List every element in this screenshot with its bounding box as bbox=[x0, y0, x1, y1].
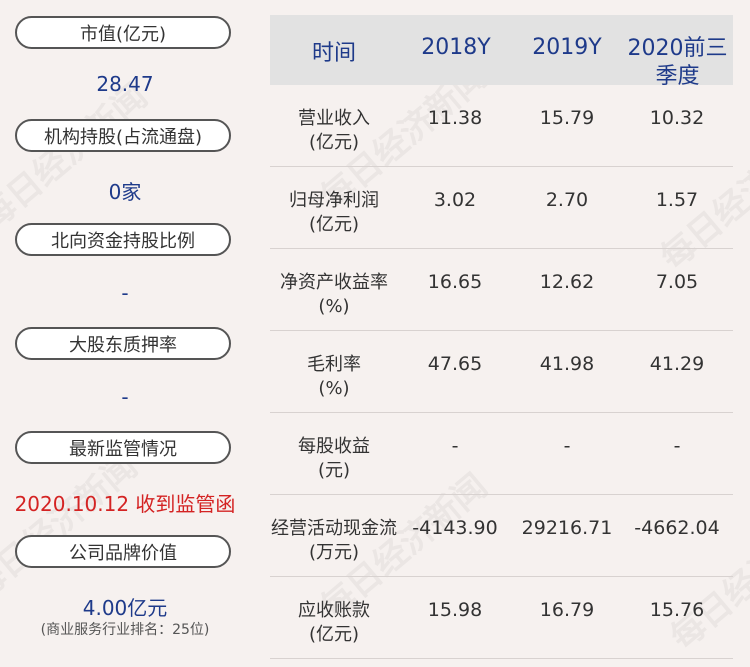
row-label: 营业收入 (亿元) bbox=[270, 107, 398, 155]
cell-2020q3: -4662.04 bbox=[634, 517, 720, 539]
northbound-ratio-value: - bbox=[121, 281, 129, 305]
cell-2018: -4143.90 bbox=[412, 517, 498, 539]
table-row: 每股收益 (元) - - - bbox=[270, 413, 733, 495]
cell-2018: 47.65 bbox=[427, 353, 483, 375]
cell-2020q3: 41.29 bbox=[649, 353, 705, 375]
row-label-text: 毛利率 bbox=[307, 354, 361, 375]
cell-2019: 16.79 bbox=[539, 599, 595, 621]
regulatory-status-label: 最新监管情况 bbox=[15, 431, 231, 464]
market-cap-value: 28.47 bbox=[96, 72, 154, 96]
row-label-text: 归母净利润 bbox=[289, 190, 379, 211]
row-label-text: 应收账款 bbox=[298, 600, 370, 621]
header-2018: 2018Y bbox=[421, 35, 491, 60]
cell-2018: - bbox=[451, 435, 459, 457]
brand-value-label: 公司品牌价值 bbox=[15, 535, 231, 568]
cell-2020q3: 10.32 bbox=[649, 107, 705, 129]
table-row: 经营活动现金流 (万元) -4143.90 29216.71 -4662.04 bbox=[270, 495, 733, 577]
cell-2019: 29216.71 bbox=[521, 517, 613, 539]
row-label-text: 营业收入 bbox=[298, 108, 370, 129]
cell-2018: 3.02 bbox=[433, 189, 477, 211]
cell-2019: 2.70 bbox=[545, 189, 589, 211]
brand-rank-note: (商业服务行业排名：25位) bbox=[40, 622, 210, 638]
cell-2020q3: 15.76 bbox=[649, 599, 705, 621]
table-row: 毛利率 (%) 47.65 41.98 41.29 bbox=[270, 331, 733, 413]
table-row: 营业收入 (亿元) 11.38 15.79 10.32 bbox=[270, 85, 733, 167]
row-label: 净资产收益率 (%) bbox=[270, 271, 398, 319]
row-label-unit: (亿元) bbox=[308, 624, 360, 645]
header-2020q3: 2020前三季度 bbox=[627, 36, 728, 89]
brand-value-value: 4.00亿元 bbox=[82, 596, 168, 620]
row-label: 归母净利润 (亿元) bbox=[270, 189, 398, 237]
table-row: 净资产收益率 (%) 16.65 12.62 7.05 bbox=[270, 249, 733, 331]
header-time: 时间 bbox=[311, 41, 356, 66]
row-label-unit: (%) bbox=[318, 378, 350, 399]
cell-2018: 16.65 bbox=[427, 271, 483, 293]
row-label: 应收账款 (亿元) bbox=[270, 599, 398, 647]
table-row: 应收账款 (亿元) 15.98 16.79 15.76 bbox=[270, 577, 733, 659]
cell-2019: 41.98 bbox=[539, 353, 595, 375]
financial-table: 时间 2018Y 2019Y 2020前三季度 营业收入 (亿元) 11.38 … bbox=[270, 15, 733, 659]
cell-2018: 15.98 bbox=[427, 599, 483, 621]
regulatory-status-value: 2020.10.12 收到监管函 bbox=[14, 492, 236, 516]
row-label-unit: (万元) bbox=[308, 542, 360, 563]
header-2019: 2019Y bbox=[532, 35, 602, 60]
row-label: 经营活动现金流 (万元) bbox=[270, 517, 398, 565]
cell-2020q3: 1.57 bbox=[655, 189, 699, 211]
stats-panel: 市值(亿元) 28.47 机构持股(占流通盘) 0家 北向资金持股比例 - 大股… bbox=[0, 0, 250, 667]
row-label-text: 每股收益 bbox=[298, 436, 370, 457]
institutional-holding-label: 机构持股(占流通盘) bbox=[15, 119, 231, 152]
cell-2019: 15.79 bbox=[539, 107, 595, 129]
pledge-ratio-value: - bbox=[121, 385, 129, 409]
table-row: 归母净利润 (亿元) 3.02 2.70 1.57 bbox=[270, 167, 733, 249]
table-header: 时间 2018Y 2019Y 2020前三季度 bbox=[270, 15, 733, 89]
row-label: 每股收益 (元) bbox=[270, 435, 398, 483]
pledge-ratio-label: 大股东质押率 bbox=[15, 327, 231, 360]
row-label-text: 净资产收益率 bbox=[280, 272, 388, 293]
cell-2019: 12.62 bbox=[539, 271, 595, 293]
cell-2018: 11.38 bbox=[427, 107, 483, 129]
northbound-ratio-label: 北向资金持股比例 bbox=[15, 223, 231, 256]
cell-2019: - bbox=[563, 435, 571, 457]
row-label-text: 经营活动现金流 bbox=[271, 518, 397, 539]
row-label: 毛利率 (%) bbox=[270, 353, 398, 401]
row-label-unit: (%) bbox=[318, 296, 350, 317]
institutional-holding-value: 0家 bbox=[108, 180, 142, 204]
row-label-unit: (元) bbox=[317, 460, 351, 481]
cell-2020q3: - bbox=[673, 435, 681, 457]
cell-2020q3: 7.05 bbox=[655, 271, 699, 293]
row-label-unit: (亿元) bbox=[308, 132, 360, 153]
market-cap-label: 市值(亿元) bbox=[15, 16, 231, 49]
row-label-unit: (亿元) bbox=[308, 214, 360, 235]
